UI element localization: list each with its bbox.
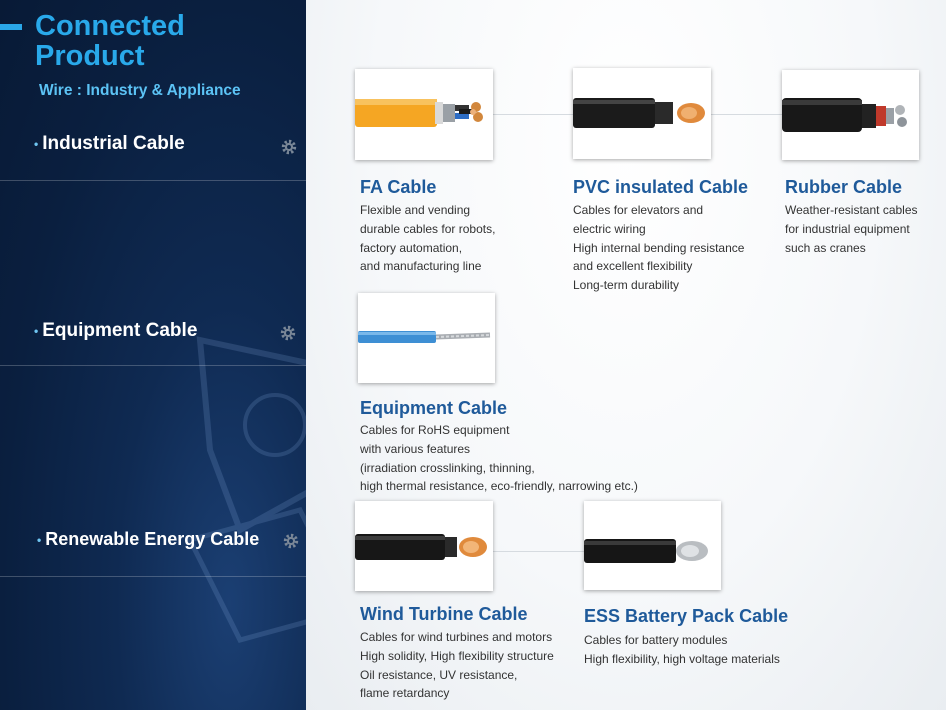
category-sidebar: Connected Product Wire : Industry & Appl… xyxy=(0,0,306,710)
bullet-icon: • xyxy=(34,136,39,151)
fa-cable-description: Flexible and vending durable cables for … xyxy=(360,203,496,274)
connector-line xyxy=(493,551,584,552)
category-label: Renewable Energy Cable xyxy=(45,529,260,549)
equipment-cable-title: Equipment Cable xyxy=(360,398,508,418)
category-divider xyxy=(0,180,306,181)
category-label: Equipment Cable xyxy=(42,320,198,341)
category-equipment-cable[interactable]: • Equipment Cable xyxy=(34,320,197,342)
bullet-icon: • xyxy=(37,533,42,548)
wind-turbine-cable-title: Wind Turbine Cable xyxy=(360,604,528,624)
pvc-insulated-cable-description: Cables for elevators and electric wiring… xyxy=(573,203,745,293)
category-industrial-cable[interactable]: • Industrial Cable xyxy=(34,133,185,155)
ess-battery-pack-cable-image xyxy=(584,501,721,590)
equipment-cable-image xyxy=(358,293,495,383)
page-subtitle: Wire : Industry & Appliance xyxy=(39,82,241,99)
wind-turbine-cable-image xyxy=(355,501,493,591)
category-divider xyxy=(0,365,306,366)
pvc-insulated-cable-title: PVC insulated Cable xyxy=(573,177,749,197)
category-divider xyxy=(0,576,306,577)
pvc-insulated-cable-image xyxy=(573,68,711,159)
fa-cable-image xyxy=(355,69,493,160)
page-title: Connected Product xyxy=(35,10,185,72)
gear-icon[interactable] xyxy=(282,532,300,550)
ess-battery-pack-cable-description: Cables for battery modules High flexibil… xyxy=(584,633,780,666)
title-accent-bar xyxy=(0,24,22,30)
gear-icon[interactable] xyxy=(279,324,297,342)
rubber-cable-image xyxy=(782,70,919,160)
category-renewable-energy-cable[interactable]: • Renewable Energy Cable xyxy=(37,529,259,550)
equipment-cable-description: Cables for RoHS equipment with various f… xyxy=(360,423,638,494)
ess-battery-pack-cable-title: ESS Battery Pack Cable xyxy=(584,606,789,626)
circuit-decoration xyxy=(186,336,306,643)
connector-line xyxy=(493,114,573,115)
rubber-cable-title: Rubber Cable xyxy=(785,177,903,197)
bullet-icon: • xyxy=(34,323,39,338)
fa-cable-title: FA Cable xyxy=(360,177,437,197)
connector-line xyxy=(711,114,782,115)
rubber-cable-description: Weather-resistant cables for industrial … xyxy=(785,203,918,255)
gear-icon[interactable] xyxy=(280,138,298,156)
wind-turbine-cable-description: Cables for wind turbines and motors High… xyxy=(360,630,554,701)
category-label: Industrial Cable xyxy=(42,133,185,154)
